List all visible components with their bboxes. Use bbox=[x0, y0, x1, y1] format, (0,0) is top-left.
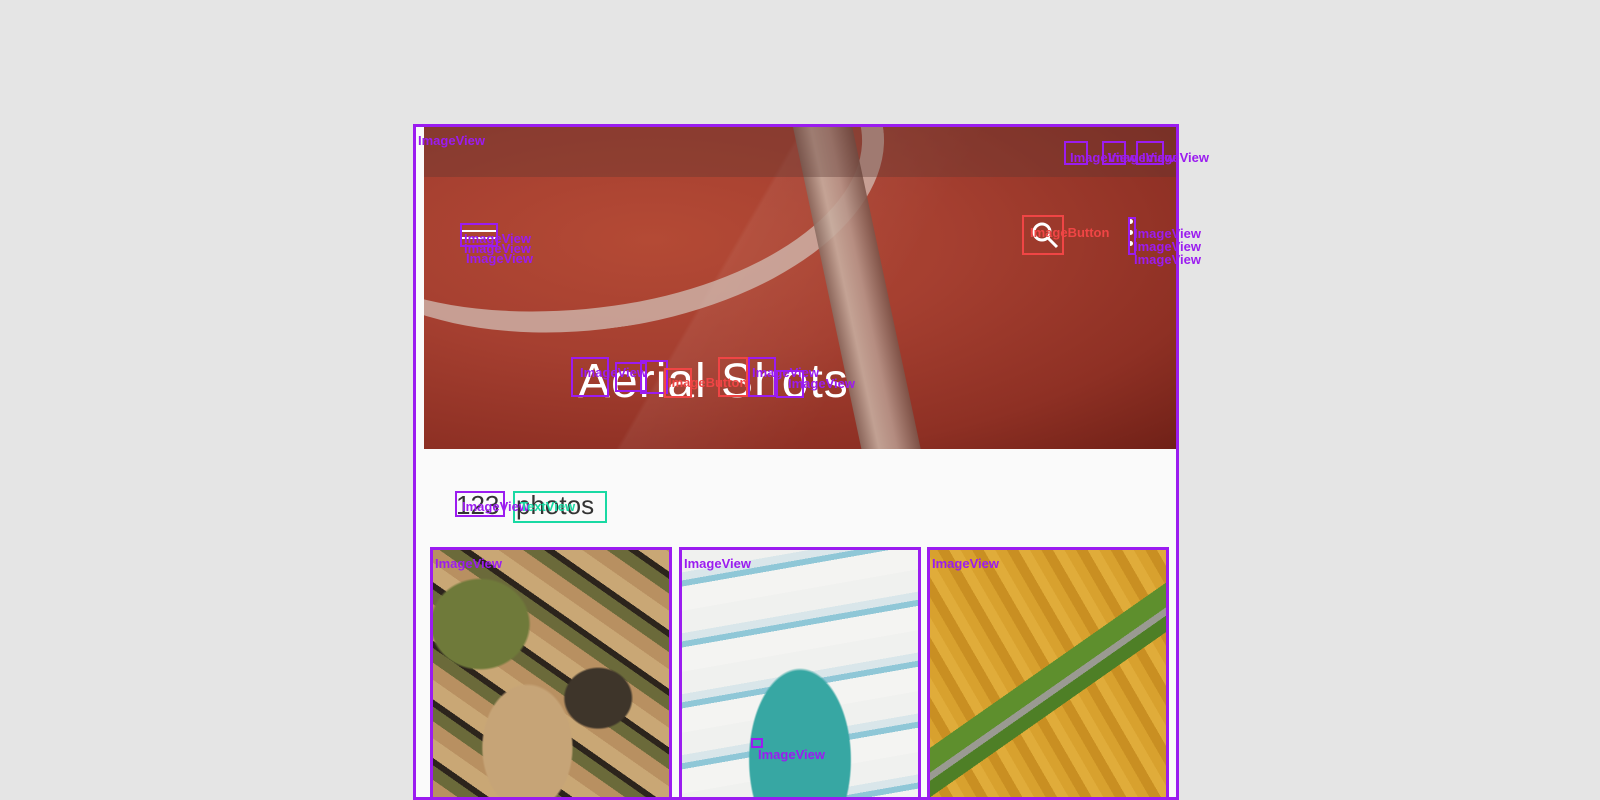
battery-icon bbox=[1136, 141, 1164, 165]
title-glyph-box-4 bbox=[748, 357, 776, 397]
wifi-icon bbox=[1102, 141, 1126, 165]
search-icon bbox=[1032, 222, 1059, 249]
title-button-2[interactable] bbox=[718, 357, 748, 397]
photo-thumbnail-1[interactable] bbox=[430, 547, 672, 800]
photo-thumbnail-2[interactable] bbox=[679, 547, 921, 800]
menu-icon-box bbox=[460, 223, 498, 247]
title-glyph-box-1 bbox=[571, 357, 609, 397]
thumbnail-badge-icon bbox=[751, 738, 763, 748]
photo-count-box bbox=[455, 491, 505, 517]
more-vert-box bbox=[1128, 217, 1136, 255]
photo-thumbnail-3[interactable] bbox=[927, 547, 1169, 800]
title-button-1[interactable] bbox=[664, 368, 692, 398]
title-glyph-box-5 bbox=[776, 370, 804, 398]
photo-count-label-box bbox=[513, 491, 607, 523]
signal-icon bbox=[1064, 141, 1088, 165]
